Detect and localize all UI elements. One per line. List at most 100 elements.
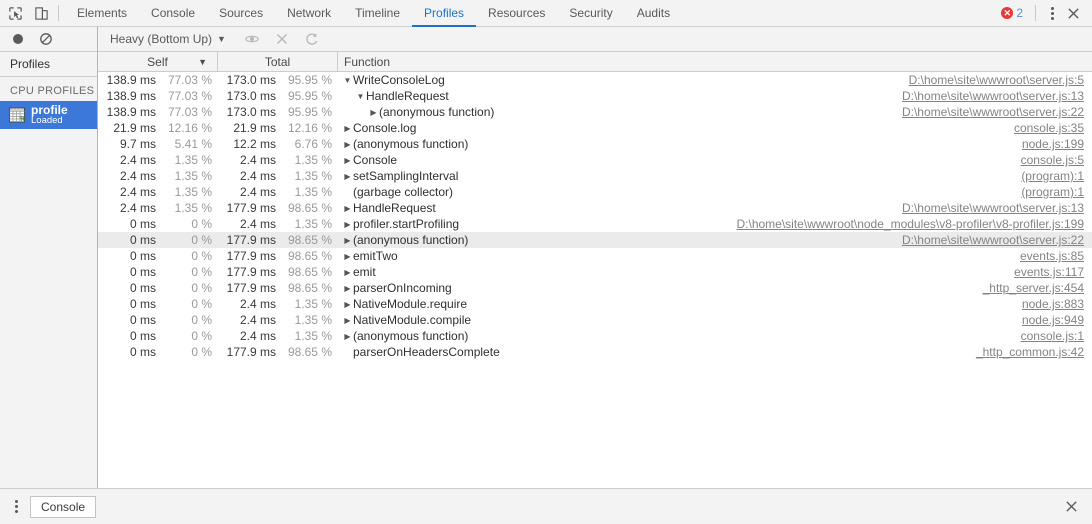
table-row[interactable]: 0 ms 0 % 177.9 ms 98.65 % ▶ emit events.js:117 [98,264,1092,280]
collapsed-triangle-icon[interactable]: ▶ [342,124,353,133]
tab-profiles[interactable]: Profiles [412,0,477,27]
collapsed-triangle-icon[interactable]: ▶ [342,268,353,277]
collapsed-triangle-icon[interactable]: ▶ [342,140,353,149]
table-row[interactable]: 138.9 ms 77.03 % 173.0 ms 95.95 % ▼ WriteCons… [98,72,1092,88]
source-link[interactable]: events.js:117 [1014,265,1092,279]
column-header-self-label: Self [147,54,168,69]
refresh-restore-icon[interactable] [304,31,320,47]
collapsed-triangle-icon[interactable]: ▶ [342,156,353,165]
collapsed-triangle-icon[interactable]: ▶ [342,220,353,229]
cell-self: 0 ms 0 % [98,345,218,359]
kebab-menu-icon[interactable] [1044,4,1060,22]
collapsed-triangle-icon[interactable]: ▶ [342,300,353,309]
table-row[interactable]: 0 ms 0 % 2.4 ms 1.35 % ▶ profiler.startProfil… [98,216,1092,232]
source-link[interactable]: D:\home\site\wwwroot\server.js:22 [902,233,1092,247]
column-header-function[interactable]: Function [338,52,1092,71]
drawer-tab-console[interactable]: Console [30,495,97,518]
collapsed-triangle-icon[interactable]: ▶ [342,236,353,245]
self-percent: 0 % [191,233,212,247]
profile-table-header: Self ▼ Total Function [98,52,1092,72]
source-link[interactable]: console.js:35 [1014,121,1092,135]
clear-no-entry-icon[interactable] [38,31,54,47]
source-link[interactable]: D:\home\site\wwwroot\server.js:22 [902,105,1092,119]
drawer-close-icon[interactable] [1060,496,1082,518]
tab-timeline[interactable]: Timeline [343,0,412,27]
sidebar-item-profile[interactable]: % profile Loaded [0,101,97,129]
table-row[interactable]: 138.9 ms 77.03 % 173.0 ms 95.95 % ▶ (anonymou… [98,104,1092,120]
source-link[interactable]: D:\home\site\wwwroot\server.js:13 [902,89,1092,103]
source-link[interactable]: D:\home\site\wwwroot\node_modules\v8-pro… [737,217,1092,231]
self-ms: 0 ms [129,313,156,327]
source-link[interactable]: _http_common.js:42 [976,345,1092,359]
cell-total: 2.4 ms 1.35 % [218,313,338,327]
source-link[interactable]: events.js:85 [1020,249,1092,263]
profile-view-toolbar: Heavy (Bottom Up) ▼ [98,27,1092,52]
tab-network[interactable]: Network [275,0,343,27]
collapsed-triangle-icon[interactable]: ▶ [342,284,353,293]
error-count-badge[interactable]: ✕ 2 [997,6,1027,20]
collapsed-triangle-icon[interactable]: ▶ [342,252,353,261]
expanded-triangle-icon[interactable]: ▼ [342,76,353,85]
device-toolbar-icon[interactable] [33,5,50,22]
collapsed-triangle-icon[interactable]: ▶ [342,332,353,341]
collapsed-triangle-icon[interactable]: ▶ [342,316,353,325]
table-row[interactable]: 0 ms 0 % 2.4 ms 1.35 % ▶ (anonymous function)… [98,328,1092,344]
cell-self: 0 ms 0 % [98,313,218,327]
table-row[interactable]: 0 ms 0 % 177.9 ms 98.65 % ▶ emitTwo events.js:… [98,248,1092,264]
sidebar-item-texts: profile Loaded [31,104,68,127]
source-link[interactable]: console.js:1 [1021,329,1092,343]
tab-resources[interactable]: Resources [476,0,557,27]
table-row[interactable]: 0 ms 0 % 2.4 ms 1.35 % ▶ NativeModule.compile… [98,312,1092,328]
source-link[interactable]: D:\home\site\wwwroot\server.js:5 [909,73,1092,87]
cell-function: ▶ emit events.js:117 [338,265,1092,279]
collapsed-triangle-icon[interactable]: ▶ [368,108,379,117]
source-link[interactable]: (program):1 [1021,185,1092,199]
close-exclude-icon[interactable] [274,31,290,47]
source-link[interactable]: node.js:199 [1022,137,1092,151]
self-ms: 2.4 ms [119,169,156,183]
source-link[interactable]: D:\home\site\wwwroot\server.js:13 [902,201,1092,215]
table-row[interactable]: 138.9 ms 77.03 % 173.0 ms 95.95 % ▼ HandleReq… [98,88,1092,104]
tab-security[interactable]: Security [557,0,624,27]
collapsed-triangle-icon[interactable]: ▶ [342,204,353,213]
table-row[interactable]: 2.4 ms 1.35 % 2.4 ms 1.35 % ▶ setSamplingInte… [98,168,1092,184]
function-name: (anonymous function) [353,329,469,343]
column-header-self[interactable]: Self ▼ [98,52,218,71]
self-ms: 0 ms [129,297,156,311]
table-row[interactable]: 0 ms 0 % 177.9 ms 98.65 % ▶ parserOnIncoming _… [98,280,1092,296]
self-ms: 138.9 ms [106,73,156,87]
tab-sources[interactable]: Sources [207,0,275,27]
column-header-total[interactable]: Total [218,52,338,71]
source-link[interactable]: _http_server.js:454 [983,281,1092,295]
source-link[interactable]: (program):1 [1021,169,1092,183]
source-link[interactable]: node.js:949 [1022,313,1092,327]
self-percent: 12.16 % [167,121,212,135]
table-row[interactable]: 9.7 ms 5.41 % 12.2 ms 6.76 % ▶ (anonymous fun… [98,136,1092,152]
cell-function: ▶ parserOnIncoming _http_server.js:454 [338,281,1092,295]
total-ms: 177.9 ms [226,345,276,359]
table-row[interactable]: 21.9 ms 12.16 % 21.9 ms 12.16 % ▶ Console.log… [98,120,1092,136]
table-row[interactable]: 0 ms 0 % 177.9 ms 98.65 % parserOnHeadersCom… [98,344,1092,360]
cell-self: 138.9 ms 77.03 % [98,89,218,103]
table-row[interactable]: 0 ms 0 % 177.9 ms 98.65 % ▶ (anonymous functi… [98,232,1092,248]
collapsed-triangle-icon[interactable]: ▶ [342,172,353,181]
self-percent: 77.03 % [167,89,212,103]
inspect-cursor-icon[interactable] [7,5,24,22]
source-link[interactable]: node.js:883 [1022,297,1092,311]
table-row[interactable]: 2.4 ms 1.35 % 2.4 ms 1.35 % ▶ Console console.… [98,152,1092,168]
table-row[interactable]: 2.4 ms 1.35 % 2.4 ms 1.35 % (garbage collect… [98,184,1092,200]
tab-elements[interactable]: Elements [65,0,139,27]
close-icon[interactable] [1062,2,1084,24]
expanded-triangle-icon[interactable]: ▼ [355,92,366,101]
record-circle-icon[interactable] [10,31,26,47]
eye-focus-icon[interactable] [244,31,260,47]
table-row[interactable]: 2.4 ms 1.35 % 177.9 ms 98.65 % ▶ HandleReques… [98,200,1092,216]
source-link[interactable]: console.js:5 [1021,153,1092,167]
tab-audits[interactable]: Audits [625,0,682,27]
panel-tabs: Elements Console Sources Network Timeline Pro… [65,0,997,27]
drawer-kebab-menu-icon[interactable] [8,498,24,516]
tab-console[interactable]: Console [139,0,207,27]
table-row[interactable]: 0 ms 0 % 2.4 ms 1.35 % ▶ NativeModule.require… [98,296,1092,312]
profile-view-mode-select[interactable]: Heavy (Bottom Up) ▼ [106,32,230,46]
cell-function: ▶ emitTwo events.js:85 [338,249,1092,263]
